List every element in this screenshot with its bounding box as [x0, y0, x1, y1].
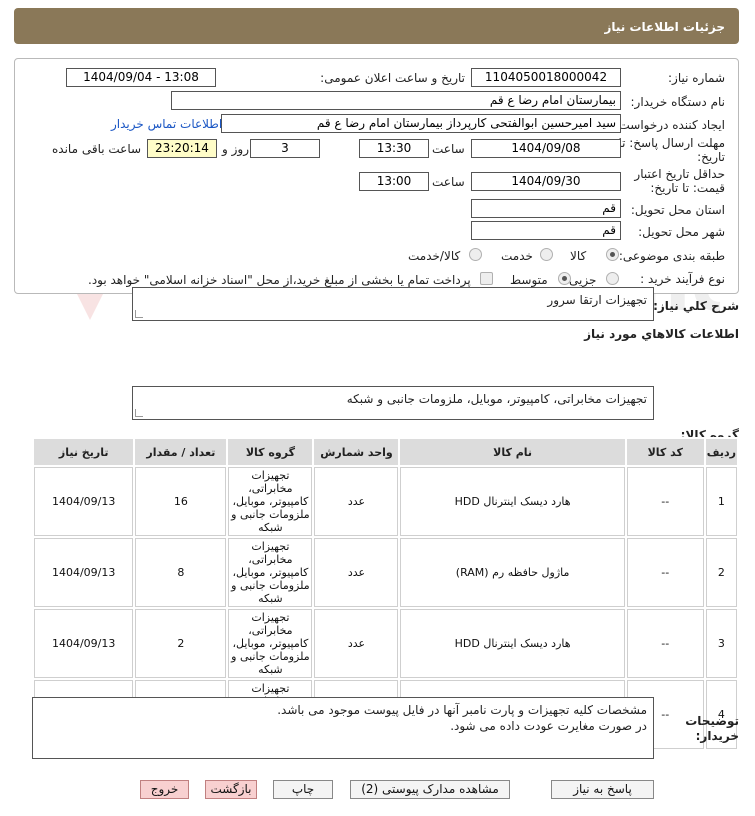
- cell-group: تجهیزات مخابراتی، کامپیوتر، موبایل، ملزو…: [228, 609, 313, 678]
- requester-label: ایجاد کننده درخواست:: [614, 118, 725, 132]
- remaining-time-field: 23:20:14: [147, 139, 217, 158]
- goods-group-field: تجهیزات مخابراتی، کامپیوتر، موبایل، ملزو…: [132, 386, 654, 420]
- process-radio-medium[interactable]: [558, 272, 571, 285]
- buyer-notes-line-1: مشخصات کلیه تجهیزات و پارت نامبر آنها در…: [277, 703, 647, 717]
- validity-date-field: 1404/09/30: [471, 172, 621, 191]
- cell-name: هارد دیسک اینترنال HDD: [400, 467, 625, 536]
- category-label: طبقه بندی موضوعی:: [618, 249, 725, 263]
- cell-qty: 16: [135, 467, 227, 536]
- days-label: روز و: [222, 142, 249, 156]
- cell-date: 1404/09/13: [34, 609, 134, 678]
- col-header-name: نام کالا: [400, 439, 625, 465]
- validity-label-2: قیمت: تا تاریخ:: [650, 181, 725, 195]
- page-header: جزئیات اطلاعات نیاز: [14, 8, 739, 44]
- col-header-qty: تعداد / مقدار: [135, 439, 227, 465]
- contact-buyer-link[interactable]: اطلاعات تماس خریدار: [111, 117, 222, 131]
- deadline-label-1: مهلت ارسال پاسخ: تا: [618, 136, 725, 150]
- view-attachments-button[interactable]: مشاهده مدارک پیوستی (2): [350, 780, 510, 799]
- summary-text: تجهیزات ارتقا سرور: [547, 293, 647, 307]
- category-option-both: کالا/خدمت: [408, 249, 461, 263]
- cell-date: 1404/09/13: [34, 467, 134, 536]
- goods-info-title: اطلاعات کالاهاي مورد نياز: [584, 327, 739, 341]
- cell-code: --: [626, 538, 704, 607]
- cell-date: 1404/09/13: [34, 538, 134, 607]
- payment-note: پرداخت تمام یا بخشی از مبلغ خرید،از محل …: [88, 273, 471, 287]
- cell-code: --: [626, 609, 704, 678]
- days-field: 3: [250, 139, 320, 158]
- summary-field: تجهیزات ارتقا سرور: [132, 287, 654, 321]
- col-header-code: کد کالا: [626, 439, 704, 465]
- deadline-time-label: ساعت: [432, 142, 465, 156]
- resize-grip-icon[interactable]: [135, 409, 143, 417]
- province-label: استان محل تحویل:: [630, 203, 725, 217]
- goods-group-text: تجهیزات مخابراتی، کامپیوتر، موبایل، ملزو…: [346, 392, 647, 406]
- deadline-time-field: 13:30: [359, 139, 429, 158]
- table-header-row: ردیف کد کالا نام کالا واحد شمارش گروه کا…: [34, 439, 737, 465]
- validity-label-1: حداقل تاریخ اعتبار: [634, 167, 725, 181]
- process-radio-minor[interactable]: [606, 272, 619, 285]
- cell-unit: عدد: [314, 538, 399, 607]
- col-header-index: ردیف: [705, 439, 737, 465]
- category-radio-goods[interactable]: [606, 248, 619, 261]
- table-row: 1 -- هارد دیسک اینترنال HDD عدد تجهیزات …: [34, 467, 737, 536]
- city-field: قم: [471, 221, 621, 240]
- deadline-label-2: تاریخ:: [697, 150, 725, 164]
- back-button[interactable]: بازگشت: [205, 780, 257, 799]
- validity-time-field: 13:00: [359, 172, 429, 191]
- buyer-notes-label-1: توضیحات: [685, 714, 739, 728]
- col-header-date: تاریخ نیاز: [34, 439, 134, 465]
- buyer-notes-field: مشخصات کلیه تجهیزات و پارت نامبر آنها در…: [32, 697, 654, 759]
- need-number-label: شماره نیاز:: [668, 71, 725, 85]
- payment-checkbox[interactable]: [480, 272, 493, 285]
- cell-index: 1: [705, 467, 737, 536]
- requester-field: سید امیرحسین ابوالفتحی کارپرداز بیمارستا…: [221, 114, 621, 133]
- remaining-label: ساعت باقی مانده: [52, 142, 142, 156]
- table-row: 2 -- ماژول حافظه رم (RAM) عدد تجهیزات مخ…: [34, 538, 737, 607]
- buyer-field: بیمارستان امام رضا ع قم: [171, 91, 621, 110]
- process-option-minor: جزیی: [569, 273, 597, 287]
- cell-qty: 2: [135, 609, 227, 678]
- category-option-service: خدمت: [501, 249, 533, 263]
- cell-name: هارد دیسک اینترنال HDD: [400, 609, 625, 678]
- category-radio-service[interactable]: [540, 248, 553, 261]
- process-option-medium: متوسط: [510, 273, 548, 287]
- cell-unit: عدد: [314, 609, 399, 678]
- need-number-field: 1104050018000042: [471, 68, 621, 87]
- print-button[interactable]: چاپ: [273, 780, 333, 799]
- cell-index: 3: [705, 609, 737, 678]
- cell-code: --: [626, 467, 704, 536]
- buyer-label: نام دستگاه خریدار:: [630, 95, 726, 109]
- category-option-goods: کالا: [570, 249, 587, 263]
- process-label: نوع فرآیند خرید :: [640, 272, 725, 286]
- deadline-date-field: 1404/09/08: [471, 139, 621, 158]
- buyer-notes-line-2: در صورت مغایرت عودت داده می شود.: [450, 719, 647, 733]
- city-label: شهر محل تحویل:: [638, 225, 725, 239]
- col-header-group: گروه کالا: [228, 439, 313, 465]
- summary-label: شرح کلي نياز:: [653, 299, 739, 313]
- announce-label: تاریخ و ساعت اعلان عمومی:: [320, 71, 465, 85]
- exit-button[interactable]: خروج: [140, 780, 189, 799]
- cell-name: ماژول حافظه رم (RAM): [400, 538, 625, 607]
- table-row: 3 -- هارد دیسک اینترنال HDD عدد تجهیزات …: [34, 609, 737, 678]
- buyer-notes-label-2: خریدار:: [695, 729, 739, 743]
- validity-time-label: ساعت: [432, 175, 465, 189]
- cell-group: تجهیزات مخابراتی، کامپیوتر، موبایل، ملزو…: [228, 538, 313, 607]
- cell-index: 2: [705, 538, 737, 607]
- reply-button[interactable]: پاسخ به نیاز: [551, 780, 654, 799]
- cell-qty: 8: [135, 538, 227, 607]
- resize-grip-icon[interactable]: [135, 310, 143, 318]
- category-radio-both[interactable]: [469, 248, 482, 261]
- col-header-unit: واحد شمارش: [314, 439, 399, 465]
- cell-unit: عدد: [314, 467, 399, 536]
- page-title: جزئیات اطلاعات نیاز: [604, 20, 725, 34]
- announce-field: 1404/09/04 - 13:08: [66, 68, 216, 87]
- province-field: قم: [471, 199, 621, 218]
- cell-group: تجهیزات مخابراتی، کامپیوتر، موبایل، ملزو…: [228, 467, 313, 536]
